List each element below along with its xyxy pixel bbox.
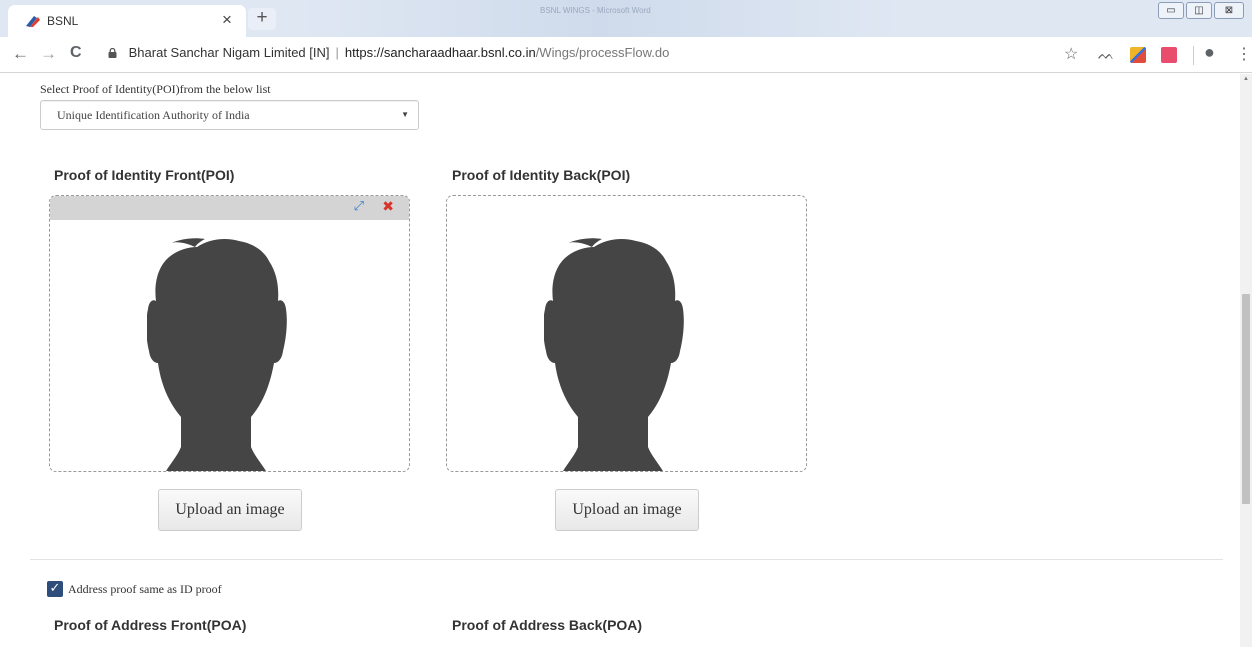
poi-front-title: Proof of Identity Front(POI): [54, 167, 235, 183]
chevron-down-icon: ▼: [401, 110, 409, 119]
back-icon[interactable]: ←: [12, 44, 29, 64]
address-separator: |: [335, 45, 339, 60]
scrollbar-thumb[interactable]: [1242, 294, 1250, 504]
expand-icon[interactable]: ⤢: [354, 199, 364, 214]
address-same-checkbox[interactable]: ✓: [47, 581, 63, 597]
scroll-up-icon[interactable]: ▲: [1243, 76, 1249, 82]
poi-select-label: Select Proof of Identity(POI)from the be…: [40, 82, 271, 96]
forward-icon[interactable]: →: [40, 44, 57, 64]
mail-extension-icon[interactable]: [1161, 47, 1177, 63]
poa-front-title: Proof of Address Front(POA): [54, 617, 247, 633]
bsnl-favicon-icon: [26, 16, 40, 27]
address-bar[interactable]: Bharat Sanchar Nigam Limited [IN] | https:…: [108, 45, 1088, 65]
lock-icon: [108, 48, 117, 58]
cast-icon[interactable]: ᨓ: [1098, 46, 1115, 63]
background-window-title: BSNL WINGS - Microsoft Word: [540, 6, 651, 15]
poa-back-title: Proof of Address Back(POA): [452, 617, 643, 633]
url-path: /Wings/processFlow.do: [535, 45, 670, 60]
poi-front-image-box[interactable]: ⤢ ✖: [49, 195, 410, 472]
extension-icon[interactable]: [1130, 47, 1146, 63]
poi-select[interactable]: Unique Identification Authority of India…: [40, 100, 419, 130]
tab-close-icon[interactable]: ×: [222, 10, 232, 30]
reload-icon[interactable]: C: [70, 44, 82, 62]
poi-back-title: Proof of Identity Back(POI): [452, 167, 631, 183]
avatar-placeholder-icon: [147, 238, 287, 471]
browser-titlebar: BSNL WINGS - Microsoft Word BSNL × + ▭ ◫…: [0, 0, 1252, 37]
minimize-button[interactable]: ▭: [1158, 2, 1184, 19]
browser-toolbar: ← → C Bharat Sanchar Nigam Limited [IN] |…: [0, 37, 1252, 73]
browser-tab[interactable]: BSNL ×: [8, 5, 246, 37]
close-window-button[interactable]: ⊠: [1214, 2, 1244, 19]
image-toolbar: ⤢ ✖: [50, 196, 409, 220]
site-identity: Bharat Sanchar Nigam Limited [IN]: [128, 45, 330, 60]
poi-back-upload-button[interactable]: Upload an image: [555, 489, 699, 531]
address-same-label: Address proof same as ID proof: [68, 582, 222, 596]
maximize-button[interactable]: ◫: [1186, 2, 1212, 19]
avatar-placeholder-icon: [544, 238, 684, 471]
account-icon[interactable]: ●: [1204, 42, 1215, 63]
tab-title: BSNL: [47, 14, 79, 28]
poi-back-image-box[interactable]: [446, 195, 807, 472]
star-icon[interactable]: ☆: [1064, 44, 1078, 64]
menu-icon[interactable]: ⋮: [1236, 44, 1252, 64]
remove-icon[interactable]: ✖: [382, 199, 394, 215]
poi-front-upload-button[interactable]: Upload an image: [158, 489, 302, 531]
toolbar-divider: [1193, 46, 1194, 65]
poi-select-value: Unique Identification Authority of India: [57, 108, 250, 122]
page-scrollbar[interactable]: ▲: [1240, 74, 1252, 647]
page-content: Select Proof of Identity(POI)from the be…: [0, 74, 1240, 647]
new-tab-button[interactable]: +: [248, 8, 276, 30]
section-divider: [30, 559, 1223, 560]
url-host: https://sancharaadhaar.bsnl.co.in: [344, 45, 536, 60]
